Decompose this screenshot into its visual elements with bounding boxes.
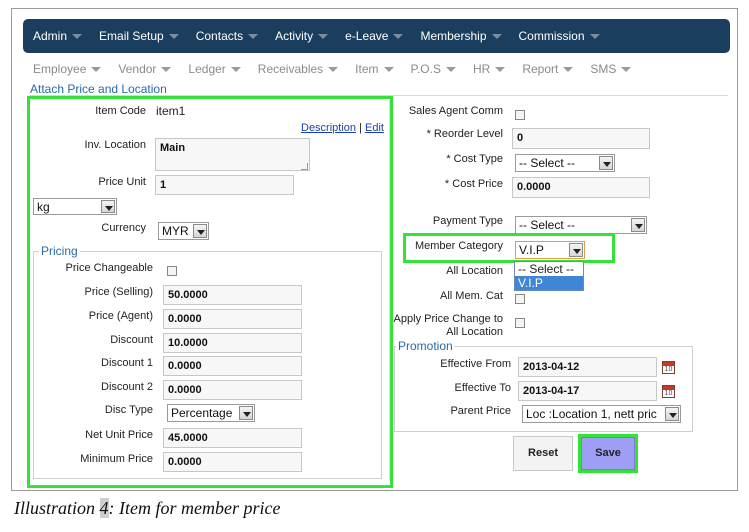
dropdown-option-vip[interactable]: V.I.P [515, 276, 583, 290]
nav-label: Contacts [195, 29, 244, 43]
cost-type-label: * Cost Type [446, 153, 503, 165]
subnav-label: Item [355, 62, 379, 76]
nav-email-setup[interactable]: Email Setup [99, 29, 179, 43]
member-category-select-value: V.I.P [519, 243, 544, 257]
subnav-employee[interactable]: Employee [33, 62, 102, 76]
subnav-label: Vendor [118, 62, 157, 76]
member-category-dropdown: -- Select -- V.I.P [514, 261, 584, 291]
caption-suffix: : Item for member price [108, 498, 281, 518]
chevron-down-icon [563, 66, 574, 72]
nav-e-leave[interactable]: e-Leave [345, 29, 404, 43]
subnav-report[interactable]: Report [522, 62, 574, 76]
cost-type-select-value: -- Select -- [519, 156, 576, 170]
effective-from-input[interactable]: 2013-04-12 [518, 357, 657, 377]
chevron-down-icon [589, 33, 600, 39]
all-location-label: All Location [446, 265, 503, 277]
chevron-down-icon [631, 218, 645, 232]
subnav-label: Report [522, 62, 559, 76]
chevron-down-icon [248, 33, 259, 39]
nav-label: Commission [518, 29, 585, 43]
member-category-select[interactable]: V.I.P [515, 241, 585, 259]
apply-price-change-label: Apply Price Change to All Location [394, 313, 503, 339]
chevron-down-icon [621, 66, 632, 72]
chevron-down-icon [599, 156, 613, 170]
chevron-down-icon [161, 66, 172, 72]
apply-price-change-checkbox[interactable] [515, 318, 525, 328]
cost-type-select[interactable]: -- Select -- [515, 154, 615, 172]
chevron-down-icon [91, 66, 102, 72]
chevron-down-icon [665, 407, 679, 421]
payment-type-select-value: -- Select -- [519, 218, 576, 232]
promotion-legend: Promotion [396, 339, 455, 353]
subnav-receivables[interactable]: Receivables [257, 62, 339, 76]
parent-price-select-value: Loc :Location 1, nett pric [526, 407, 657, 421]
all-mem-cat-checkbox[interactable] [515, 294, 525, 304]
nav-membership[interactable]: Membership [420, 29, 502, 43]
chevron-down-icon [318, 33, 329, 39]
dropdown-option-select[interactable]: -- Select -- [515, 262, 583, 276]
cost-price-input[interactable]: 0.0000 [512, 177, 650, 198]
top-nav-bar: Admin Email Setup Contacts Activity e-Le… [23, 19, 730, 53]
chevron-down-icon [168, 33, 179, 39]
subnav-label: Receivables [257, 62, 324, 76]
nav-label: Activity [275, 29, 314, 43]
reorder-level-input[interactable]: 0 [512, 128, 650, 149]
payment-type-label: Payment Type [432, 215, 503, 227]
apply-price-label-line2: All Location [446, 326, 503, 338]
subnav-label: SMS [590, 62, 617, 76]
reorder-level-label: * Reorder Level [426, 128, 503, 140]
sales-agent-comm-label: Sales Agent Comm [408, 105, 503, 117]
payment-type-select[interactable]: -- Select -- [515, 216, 647, 234]
effective-to-label: Effective To [454, 382, 511, 394]
chevron-down-icon [393, 33, 404, 39]
caption-number: 4 [99, 498, 109, 518]
nav-contacts[interactable]: Contacts [195, 29, 259, 43]
chevron-down-icon [491, 33, 502, 39]
subnav-label: Ledger [188, 62, 226, 76]
effective-to-input[interactable]: 2013-04-17 [518, 381, 657, 401]
subnav-vendor[interactable]: Vendor [118, 62, 172, 76]
subnav-label: P.O.S [410, 62, 441, 76]
subnav-sms[interactable]: SMS [590, 62, 632, 76]
calendar-icon[interactable]: 10 [662, 361, 675, 374]
apply-price-label-line1: Apply Price Change to [393, 313, 503, 325]
nav-label: Email Setup [99, 29, 164, 43]
nav-label: Admin [33, 29, 68, 43]
reset-button[interactable]: Reset [513, 436, 573, 471]
illustration-caption: Illustration 4: Item for member price [14, 498, 280, 519]
nav-activity[interactable]: Activity [275, 29, 329, 43]
calendar-icon[interactable]: 10 [662, 385, 675, 398]
member-category-label: Member Category [414, 240, 503, 252]
parent-price-select[interactable]: Loc :Location 1, nett pric [522, 405, 681, 423]
nav-label: Membership [420, 29, 487, 43]
subnav-label: HR [472, 62, 491, 76]
chevron-down-icon [328, 66, 339, 72]
subnav-label: Employee [33, 62, 87, 76]
chevron-down-icon [495, 66, 506, 72]
section-title: Attach Price and Location [30, 82, 167, 96]
subnav-pos[interactable]: P.O.S [411, 62, 456, 76]
subnav-hr[interactable]: HR [472, 62, 506, 76]
nav-admin[interactable]: Admin [33, 29, 83, 43]
cost-price-label: * Cost Price [444, 178, 503, 190]
all-mem-cat-label: All Mem. Cat [440, 290, 503, 302]
nav-commission[interactable]: Commission [519, 29, 600, 43]
sub-nav-bar: Employee Vendor Ledger Receivables Item … [33, 60, 648, 78]
subnav-item[interactable]: Item [355, 62, 394, 76]
nav-label: e-Leave [345, 29, 389, 43]
parent-price-label: Parent Price [450, 405, 511, 417]
save-button[interactable]: Save [581, 437, 635, 470]
chevron-down-icon [72, 33, 83, 39]
effective-from-label: Effective From [440, 358, 511, 370]
chevron-down-icon [445, 66, 456, 72]
sales-agent-comm-checkbox[interactable] [515, 110, 525, 120]
chevron-down-icon [230, 66, 241, 72]
left-highlight-box [27, 96, 393, 488]
chevron-down-icon [383, 66, 394, 72]
subnav-ledger[interactable]: Ledger [188, 62, 241, 76]
caption-prefix: Illustration [14, 498, 100, 518]
chevron-down-icon [569, 243, 583, 257]
